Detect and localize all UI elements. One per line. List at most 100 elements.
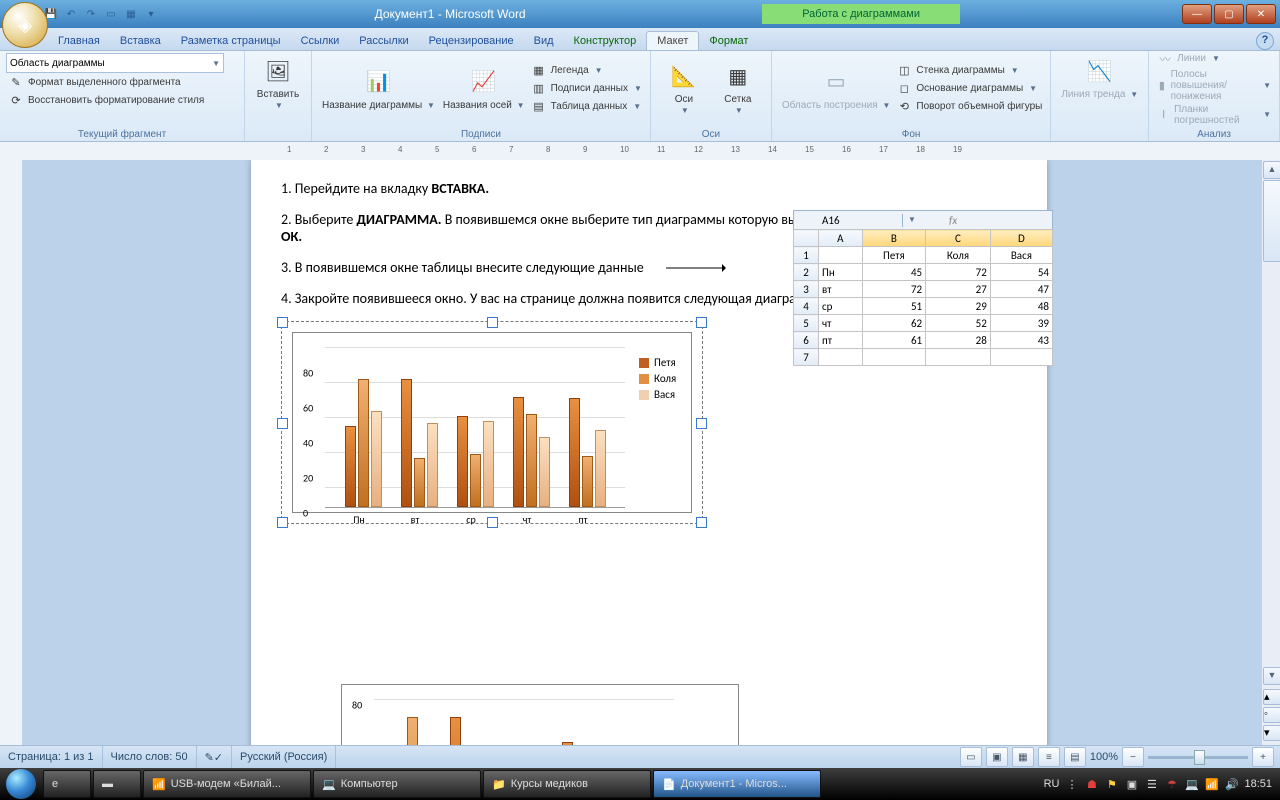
chart-object[interactable]: 020406080Пнвтсрчтпт (341, 684, 739, 746)
tab-design[interactable]: Конструктор (564, 32, 647, 50)
minimize-button[interactable]: — (1182, 4, 1212, 24)
volume-icon[interactable]: 🔊 (1224, 777, 1239, 792)
scroll-down-button[interactable]: ▼ (1263, 667, 1280, 685)
data-table-button[interactable]: ▤Таблица данных▼ (529, 97, 644, 115)
plot-area-icon: ▭ (820, 66, 852, 98)
format-selection-button[interactable]: ✎Формат выделенного фрагмента (6, 73, 238, 91)
scroll-thumb[interactable] (1263, 180, 1280, 262)
explorer-button[interactable]: ▬ (93, 770, 141, 798)
insert-button[interactable]: 🖼Вставить▼ (251, 53, 305, 113)
gridlines-button[interactable]: ▦Сетка▼ (711, 53, 765, 123)
lines-button[interactable]: 〰Линии▼ (1155, 50, 1273, 68)
taskbar-item[interactable]: 📄Документ1 - Micros... (653, 770, 821, 798)
chart-object[interactable]: 020406080Пнвтсрчтпт ПетяКоляВася (281, 321, 703, 524)
tray-icon[interactable]: 💻 (1184, 777, 1199, 792)
maximize-button[interactable]: ▢ (1214, 4, 1244, 24)
bars-icon: ▮ (1157, 77, 1166, 93)
rotation-button[interactable]: ⟲Поворот объемной фигуры (894, 97, 1044, 115)
vertical-scrollbar[interactable]: ▲ ▼ ▴ ◦ ▾ (1262, 160, 1280, 746)
tray-icon[interactable]: ▣ (1124, 777, 1139, 792)
system-tray[interactable]: RU ⋮ ☗ ⚑ ▣ ☰ ☂ 💻 📶 🔊 18:51 (1044, 777, 1280, 792)
format-icon: ✎ (8, 74, 24, 90)
tab-references[interactable]: Ссылки (291, 32, 350, 50)
chart-legend: ПетяКоляВася (625, 347, 676, 508)
reset-icon: ⟳ (8, 92, 24, 108)
web-layout-view-button[interactable]: ▦ (1012, 747, 1034, 767)
tray-lang[interactable]: RU (1044, 778, 1060, 790)
zoom-slider[interactable] (1148, 756, 1248, 759)
tab-insert[interactable]: Вставка (110, 32, 171, 50)
tab-home[interactable]: Главная (48, 32, 110, 50)
trendline-icon: 📉 (1084, 55, 1116, 87)
name-box[interactable]: A16 (794, 214, 903, 227)
close-button[interactable]: ✕ (1246, 4, 1276, 24)
tab-review[interactable]: Рецензирование (419, 32, 524, 50)
language-indicator[interactable]: Русский (Россия) (232, 746, 336, 768)
redo-icon[interactable]: ↷ (84, 7, 98, 21)
page-indicator[interactable]: Страница: 1 из 1 (0, 746, 103, 768)
zoom-out-button[interactable]: − (1122, 747, 1144, 767)
tray-clock[interactable]: 18:51 (1244, 778, 1272, 790)
zoom-in-button[interactable]: + (1252, 747, 1274, 767)
page-scroll[interactable]: 1. Перейдите на вкладку ВСТАВКА. 2. Выбе… (23, 160, 1280, 746)
axes-icon: 📐 (668, 60, 700, 92)
help-button[interactable]: ? (1256, 32, 1274, 50)
data-labels-button[interactable]: ▥Подписи данных▼ (529, 79, 644, 97)
tab-layout[interactable]: Макет (646, 31, 699, 50)
tray-icon[interactable]: ☗ (1084, 777, 1099, 792)
embedded-spreadsheet[interactable]: A16 ▼ fx ABCD1ПетяКоляВася2Пн4572543вт72… (793, 210, 1053, 366)
zoom-level[interactable]: 100% (1090, 751, 1118, 763)
chart-wall-button[interactable]: ◫Стенка диаграммы▼ (894, 61, 1044, 79)
data-table-icon: ▤ (531, 98, 547, 114)
taskbar-item[interactable]: 💻Компьютер (313, 770, 481, 798)
chart-plot-area: 020406080Пнвтсрчтпт (325, 347, 625, 508)
error-bars-button[interactable]: ⅠПланки погрешностей▼ (1155, 103, 1273, 127)
tray-icon[interactable]: ☰ (1144, 777, 1159, 792)
undo-icon[interactable]: ↶ (64, 7, 78, 21)
print-layout-view-button[interactable]: ▭ (960, 747, 982, 767)
taskbar-item[interactable]: 📁Курсы медиков (483, 770, 651, 798)
spell-check-icon[interactable]: ✎✓ (197, 746, 232, 768)
tab-format[interactable]: Формат (699, 32, 758, 50)
plot-area-button[interactable]: ▭Область построения ▼ (778, 53, 895, 123)
reset-style-button[interactable]: ⟳Восстановить форматирование стиля (6, 91, 238, 109)
office-button[interactable]: ◈ (2, 2, 48, 48)
chart-floor-button[interactable]: ◻Основание диаграммы▼ (894, 79, 1044, 97)
qat-more-icon[interactable]: ▾ (144, 7, 158, 21)
start-button[interactable] (0, 768, 42, 800)
taskbar-item[interactable]: 📶USB-модем «Билай... (143, 770, 311, 798)
trendline-button[interactable]: 📉Линия тренда ▼ (1057, 53, 1142, 102)
browse-object-button[interactable]: ◦ (1263, 707, 1280, 723)
group-label: Анализ (1149, 129, 1279, 140)
vertical-ruler[interactable] (0, 160, 23, 746)
chart-element-combo[interactable]: Область диаграммы▼ (6, 53, 224, 73)
outline-view-button[interactable]: ≡ (1038, 747, 1060, 767)
tray-icon[interactable]: ⚑ (1104, 777, 1119, 792)
axis-title-button[interactable]: 📈Названия осей ▼ (439, 53, 529, 123)
updown-bars-button[interactable]: ▮Полосы повышения/понижения▼ (1155, 68, 1273, 103)
tray-icon[interactable]: ⋮ (1064, 777, 1079, 792)
formula-bar[interactable]: fx (919, 214, 1052, 227)
contextual-tools-title: Работа с диаграммами (762, 4, 960, 24)
chart-title-button[interactable]: 📊Название диаграммы ▼ (318, 53, 439, 123)
qat-tool-icon[interactable]: ▭ (104, 7, 118, 21)
horizontal-ruler[interactable]: 12345678910111213141516171819 (0, 142, 1280, 161)
ribbon-tabs: Главная Вставка Разметка страницы Ссылки… (0, 28, 1280, 51)
ie-button[interactable]: e (43, 770, 91, 798)
draft-view-button[interactable]: ▤ (1064, 747, 1086, 767)
axes-button[interactable]: 📐Оси▼ (657, 53, 711, 123)
full-screen-view-button[interactable]: ▣ (986, 747, 1008, 767)
prev-page-button[interactable]: ▴ (1263, 689, 1280, 705)
scroll-up-button[interactable]: ▲ (1263, 161, 1280, 179)
tray-icon[interactable]: 📶 (1204, 777, 1219, 792)
tab-page-layout[interactable]: Разметка страницы (171, 32, 291, 50)
tray-icon[interactable]: ☂ (1164, 777, 1179, 792)
qat-tool2-icon[interactable]: ▦ (124, 7, 138, 21)
tab-view[interactable]: Вид (524, 32, 564, 50)
word-count[interactable]: Число слов: 50 (103, 746, 197, 768)
legend-button[interactable]: ▦Легенда▼ (529, 61, 644, 79)
document-page: 1. Перейдите на вкладку ВСТАВКА. 2. Выбе… (251, 160, 1047, 746)
group-label: Оси (651, 129, 771, 140)
tab-mailings[interactable]: Рассылки (349, 32, 418, 50)
next-page-button[interactable]: ▾ (1263, 725, 1280, 741)
